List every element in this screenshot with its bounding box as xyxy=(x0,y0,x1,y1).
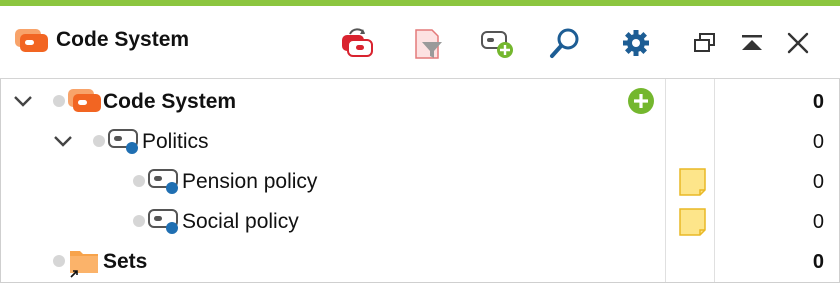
code-count: 0 xyxy=(812,131,824,153)
chevron-down-icon[interactable] xyxy=(12,91,34,116)
window-header: Code System xyxy=(0,6,840,78)
tree-row-label: Social policy xyxy=(182,210,299,233)
tree-row-social-policy[interactable]: Social policy 0 xyxy=(0,201,838,241)
collapse-window-button[interactable] xyxy=(732,26,772,62)
code-system-icon xyxy=(14,27,50,60)
tree-row-label: Code System xyxy=(103,90,237,113)
close-button[interactable] xyxy=(778,26,818,62)
undock-window-icon xyxy=(694,33,715,52)
reset-code-frequencies-icon xyxy=(342,28,373,57)
code-count: 0 xyxy=(812,251,824,273)
code-system-icon xyxy=(67,87,103,120)
code-count: 0 xyxy=(812,91,824,113)
tree-row-code-system[interactable]: Code System 0 xyxy=(0,81,838,121)
chevron-down-icon[interactable] xyxy=(52,131,74,156)
plus-icon xyxy=(628,88,654,114)
close-icon xyxy=(787,32,809,54)
add-code-button[interactable] xyxy=(627,87,655,120)
tree-row-label: Pension policy xyxy=(182,170,318,193)
code-count: 0 xyxy=(812,211,824,233)
code-icon xyxy=(107,128,141,161)
status-dot xyxy=(133,215,145,227)
tree-row-sets[interactable]: Sets 0 xyxy=(0,241,838,281)
code-memo-icon[interactable] xyxy=(678,167,708,202)
code-icon xyxy=(147,208,181,241)
filter-code-icon xyxy=(415,29,442,59)
sets-folder-icon xyxy=(67,246,101,283)
collapse-window-icon xyxy=(742,35,762,50)
code-icon xyxy=(147,168,181,201)
tree-row-label: Sets xyxy=(103,250,148,273)
code-count: 0 xyxy=(812,171,824,193)
undock-window-button[interactable] xyxy=(688,26,728,62)
tree-row-politics[interactable]: Politics 0 xyxy=(0,121,838,161)
tree-row-label: Politics xyxy=(142,130,209,153)
new-code-button[interactable] xyxy=(478,26,518,62)
new-code-icon xyxy=(481,31,513,58)
settings-button[interactable] xyxy=(616,26,656,62)
search-icon xyxy=(550,28,579,58)
status-dot xyxy=(133,175,145,187)
code-memo-icon[interactable] xyxy=(678,207,708,242)
window-title: Code System xyxy=(56,28,190,51)
tree-row-pension-policy[interactable]: Pension policy 0 xyxy=(0,161,838,201)
filter-code-button[interactable] xyxy=(408,26,448,62)
status-dot xyxy=(53,95,65,107)
status-dot xyxy=(53,255,65,267)
reset-code-frequencies-button[interactable] xyxy=(336,26,376,62)
search-button[interactable] xyxy=(546,26,586,62)
status-dot xyxy=(93,135,105,147)
settings-icon xyxy=(623,30,649,56)
